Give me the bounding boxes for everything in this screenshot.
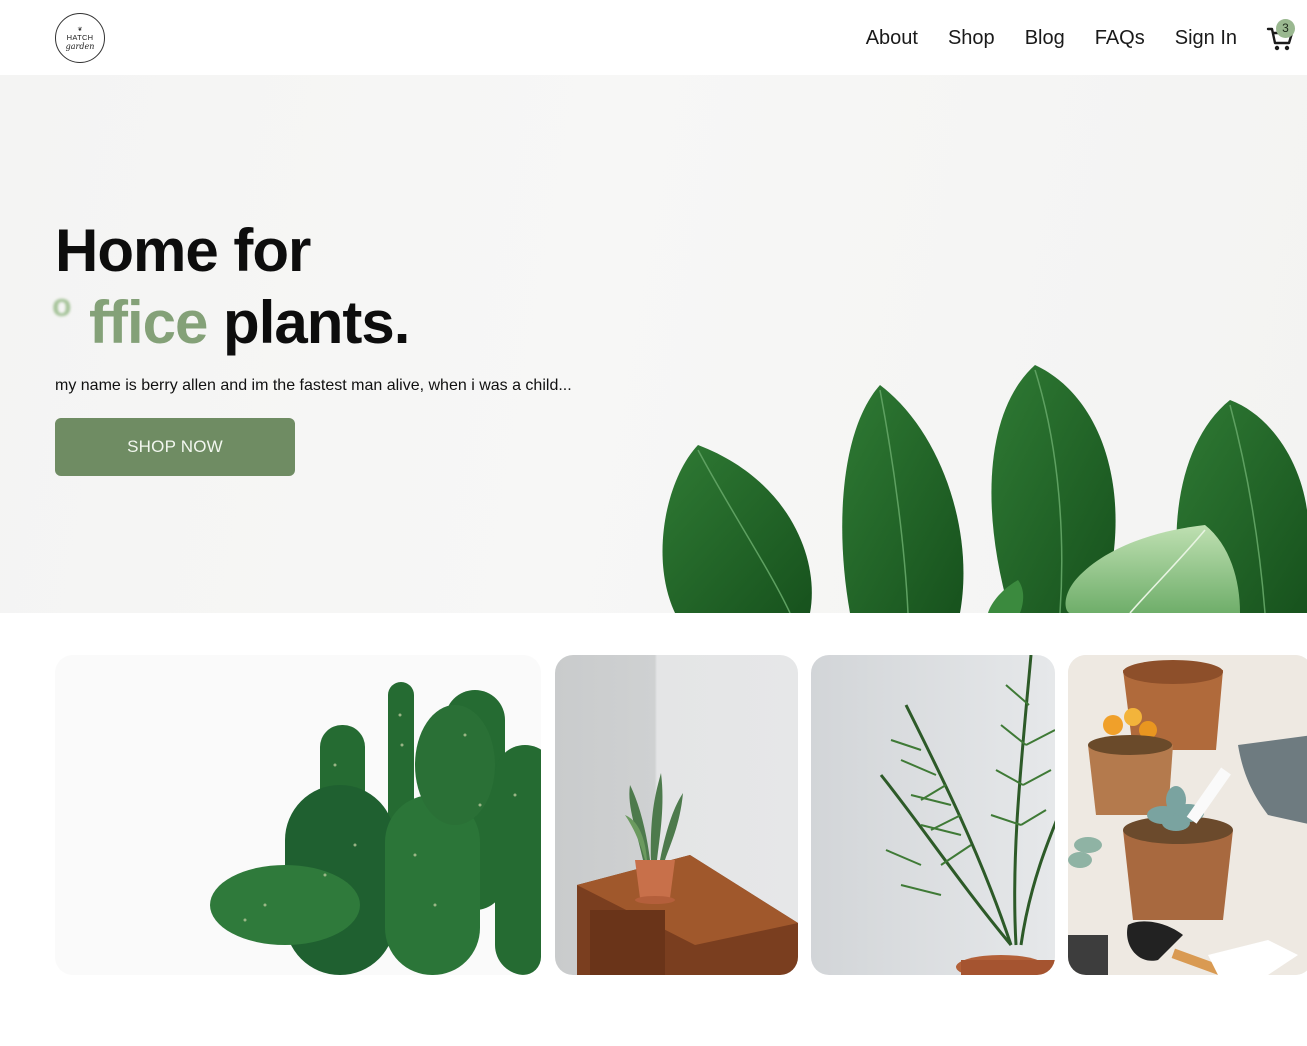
succulents-photo-card[interactable] [1068, 655, 1307, 975]
hero-title-plants: plants. [207, 289, 410, 356]
site-header: ❦ HATCH garden About Shop Blog FAQs Sign… [0, 0, 1307, 75]
snake-plant-photo-card[interactable] [555, 655, 798, 975]
palm-plant-photo-card[interactable] [811, 655, 1055, 975]
nav-faqs[interactable]: FAQs [1095, 25, 1145, 51]
hero-description: my name is berry allen and im the fastes… [55, 377, 572, 394]
hatch-garden-logo[interactable]: ❦ HATCH garden [55, 13, 105, 63]
nav-blog[interactable]: Blog [1025, 25, 1065, 51]
logo-line1: HATCH [66, 32, 94, 42]
palm-plant-image [879, 655, 1055, 975]
nav-shop[interactable]: Shop [948, 25, 995, 51]
hero-title-line2: o ffice plants. [52, 287, 410, 359]
hero-title-line1: Home for [55, 217, 311, 284]
hero-title: Home for o ffice plants. [52, 215, 410, 359]
hero-section: Home for o ffice plants. my name is berry… [0, 75, 1307, 613]
succulents-image [1068, 655, 1307, 975]
main-nav: About Shop Blog FAQs Sign In [866, 25, 1237, 51]
cactus-image [55, 655, 541, 975]
nav-about[interactable]: About [866, 25, 918, 51]
snake-plant-image [577, 773, 798, 975]
hero-title-animated-o: o [52, 287, 72, 323]
shop-now-button[interactable]: SHOP NOW [55, 418, 295, 476]
nav-sign-in[interactable]: Sign In [1175, 25, 1237, 51]
logo-line2: garden [65, 41, 95, 51]
cactus-photo-card[interactable] [55, 655, 541, 975]
hero-title-animated-word: ffice [89, 289, 208, 356]
cart-count-badge: 3 [1276, 19, 1295, 38]
hero-leaves-image [662, 365, 1307, 613]
